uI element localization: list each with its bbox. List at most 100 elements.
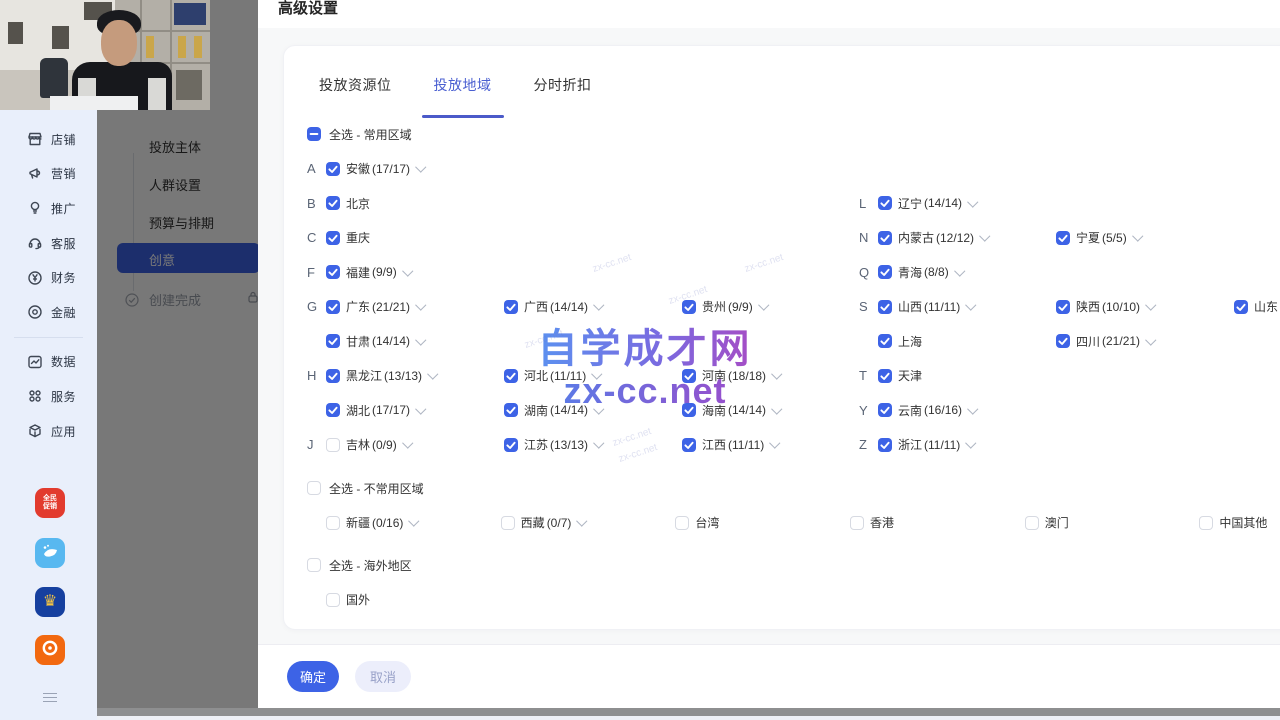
chevron-down-icon[interactable] — [577, 515, 588, 526]
sidebar-item-店铺[interactable]: 店铺 — [0, 122, 97, 157]
chevron-down-icon[interactable] — [967, 196, 978, 207]
chevron-down-icon[interactable] — [415, 334, 426, 345]
checkbox-checked[interactable] — [878, 334, 892, 348]
section-header-label: 全选 - 常用区域 — [329, 126, 412, 143]
checkbox-checked[interactable] — [878, 369, 892, 383]
chevron-down-icon[interactable] — [415, 403, 426, 414]
checkbox-checked[interactable] — [504, 300, 518, 314]
quanmin-cuxiao-app[interactable]: 全民促销 — [35, 488, 65, 518]
checkbox-unchecked[interactable] — [326, 438, 340, 452]
region-item-云南: 云南(16/16) — [878, 402, 1056, 419]
chevron-down-icon[interactable] — [592, 368, 603, 379]
crown-app[interactable]: ♛ — [35, 587, 65, 617]
checkbox-checked[interactable] — [326, 231, 340, 245]
checkbox-checked[interactable] — [878, 196, 892, 210]
chevron-down-icon[interactable] — [415, 299, 426, 310]
checkbox-checked[interactable] — [504, 438, 518, 452]
checkbox-checked[interactable] — [1056, 231, 1070, 245]
checkbox-checked[interactable] — [326, 334, 340, 348]
chevron-down-icon[interactable] — [427, 368, 438, 379]
chevron-down-icon[interactable] — [1145, 299, 1156, 310]
confirm-button[interactable]: 确定 — [287, 661, 339, 692]
checkbox-checked[interactable] — [1056, 334, 1070, 348]
stepper-item-subject[interactable]: 投放主体 — [149, 137, 201, 156]
region-item-重庆: 重庆 — [326, 229, 504, 246]
checkbox-unchecked[interactable] — [326, 516, 340, 530]
checkbox-checked[interactable] — [326, 162, 340, 176]
checkbox-checked[interactable] — [326, 265, 340, 279]
checkbox-indeterminate[interactable] — [307, 127, 321, 141]
chevron-down-icon[interactable] — [593, 437, 604, 448]
checkbox-checked[interactable] — [878, 403, 892, 417]
checkbox-checked[interactable] — [878, 438, 892, 452]
checkbox-checked[interactable] — [504, 403, 518, 417]
sidebar-item-数据[interactable]: 数据 — [0, 345, 97, 380]
sidebar-item-label: 数据 — [51, 353, 76, 370]
checkbox-unchecked[interactable] — [850, 516, 864, 530]
tab-投放地域[interactable]: 投放地域 — [432, 75, 494, 95]
chevron-down-icon[interactable] — [415, 161, 426, 172]
checkbox-checked[interactable] — [682, 369, 696, 383]
check-circle-icon — [125, 293, 139, 307]
chevron-down-icon[interactable] — [593, 403, 604, 414]
chevron-down-icon[interactable] — [593, 299, 604, 310]
chevron-down-icon[interactable] — [758, 299, 769, 310]
bottom-gray-bar — [97, 708, 1280, 716]
chevron-down-icon[interactable] — [979, 230, 990, 241]
chevron-down-icon[interactable] — [771, 368, 782, 379]
chevron-down-icon[interactable] — [966, 299, 977, 310]
chevron-down-icon[interactable] — [966, 437, 977, 448]
region-label: 西藏 — [521, 514, 545, 531]
chevron-down-icon[interactable] — [770, 437, 781, 448]
cancel-button[interactable]: 取消 — [355, 661, 411, 692]
checkbox-unchecked[interactable] — [326, 593, 340, 607]
chevron-down-icon[interactable] — [1145, 334, 1156, 345]
region-item-河南: 河南(18/18) — [682, 367, 860, 384]
stepper-item-budget[interactable]: 预算与排期 — [149, 213, 214, 232]
checkbox-checked[interactable] — [878, 265, 892, 279]
checkbox-unchecked[interactable] — [307, 558, 321, 572]
chevron-down-icon[interactable] — [402, 265, 413, 276]
bulb-icon — [27, 200, 43, 216]
cube-icon — [27, 423, 43, 439]
checkbox-unchecked[interactable] — [307, 481, 321, 495]
checkbox-checked[interactable] — [682, 403, 696, 417]
checkbox-unchecked[interactable] — [675, 516, 689, 530]
chevron-down-icon[interactable] — [954, 265, 965, 276]
checkbox-checked[interactable] — [326, 300, 340, 314]
chevron-down-icon[interactable] — [771, 403, 782, 414]
tab-投放资源位[interactable]: 投放资源位 — [317, 75, 394, 95]
checkbox-unchecked[interactable] — [1025, 516, 1039, 530]
tab-分时折扣[interactable]: 分时折扣 — [532, 75, 594, 95]
checkbox-checked[interactable] — [682, 300, 696, 314]
sidebar-item-财务[interactable]: 财务 — [0, 260, 97, 295]
stepper-item-audience[interactable]: 人群设置 — [149, 175, 201, 194]
checkbox-checked[interactable] — [1056, 300, 1070, 314]
checkbox-checked[interactable] — [878, 231, 892, 245]
sidebar-item-金融[interactable]: 金融 — [0, 295, 97, 330]
region-count: (12/12) — [936, 231, 974, 245]
checkbox-checked[interactable] — [878, 300, 892, 314]
chevron-down-icon[interactable] — [402, 437, 413, 448]
checkbox-unchecked[interactable] — [1199, 516, 1213, 530]
checkbox-checked[interactable] — [1234, 300, 1248, 314]
chevron-down-icon[interactable] — [1132, 230, 1143, 241]
chevron-down-icon[interactable] — [967, 403, 978, 414]
checkbox-checked[interactable] — [326, 369, 340, 383]
wangwang-app[interactable] — [35, 635, 65, 665]
checkbox-checked[interactable] — [326, 403, 340, 417]
checkbox-checked[interactable] — [504, 369, 518, 383]
sidebar-item-推广[interactable]: 推广 — [0, 191, 97, 226]
checkbox-checked[interactable] — [326, 196, 340, 210]
sidebar-item-营销[interactable]: 营销 — [0, 157, 97, 192]
collapse-menu-button[interactable] — [43, 690, 57, 705]
chevron-down-icon[interactable] — [409, 515, 420, 526]
sidebar-item-应用[interactable]: 应用 — [0, 414, 97, 449]
sidebar-item-客服[interactable]: 客服 — [0, 226, 97, 261]
sidebar-item-服务[interactable]: 服务 — [0, 379, 97, 414]
whale-app[interactable] — [35, 538, 65, 568]
checkbox-unchecked[interactable] — [501, 516, 515, 530]
region-item-山东: 山东(16/16) — [1234, 298, 1280, 315]
stepper-item-creative-active[interactable]: 创意 — [117, 243, 260, 273]
checkbox-checked[interactable] — [682, 438, 696, 452]
